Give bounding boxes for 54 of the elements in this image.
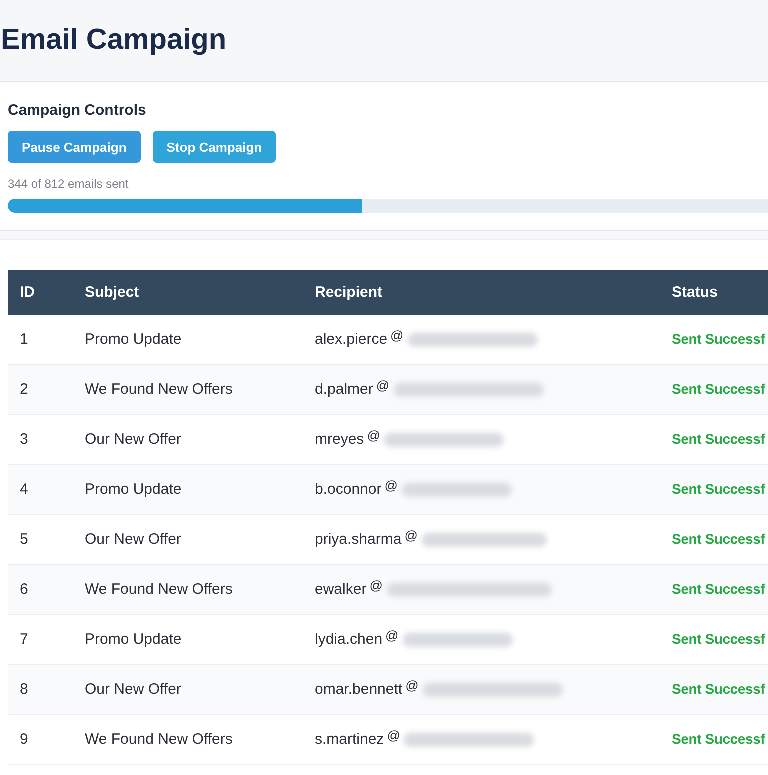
status-text: Sent Successf <box>672 481 766 497</box>
status-text: Sent Successf <box>672 581 766 597</box>
page-title: Email Campaign <box>1 24 227 57</box>
recipient-name: ewalker <box>315 581 367 598</box>
status-text: Sent Successf <box>672 431 766 447</box>
column-header: Recipient <box>303 270 664 315</box>
recipient-name: lydia.chen <box>315 631 383 648</box>
table-cell: Our New Offer <box>85 431 182 448</box>
at-sign: @ <box>386 628 399 643</box>
recipient-name: d.palmer <box>315 381 374 398</box>
recipient-name: omar.bennett <box>315 681 403 698</box>
table-cell: We Found New Offers <box>85 381 233 398</box>
status-text: Sent Successf <box>672 631 766 647</box>
section-heading: Campaign Controls <box>8 102 148 119</box>
recipient-name: mreyes <box>315 431 364 448</box>
table-cell: 2 <box>20 381 28 398</box>
at-sign: @ <box>376 378 390 393</box>
at-sign: @ <box>384 478 398 493</box>
table-cell: Our New Offer <box>85 681 182 698</box>
table-cell: Promo Update <box>85 481 182 498</box>
progress-text: 344 of 812 emails sent <box>8 177 130 191</box>
table-cell: Our New Offer <box>85 531 182 548</box>
table-cell: We Found New Offers <box>85 731 233 748</box>
status-text: Sent Successf <box>672 731 766 747</box>
table-cell: 8 <box>20 681 28 698</box>
table-cell: 1 <box>20 331 28 348</box>
recipient-name: s.martinez <box>315 731 384 748</box>
at-sign: @ <box>387 728 400 743</box>
at-sign: @ <box>406 678 419 693</box>
at-sign: @ <box>404 528 418 543</box>
table-cell: 3 <box>20 431 28 448</box>
column-header: Subject <box>73 270 303 315</box>
table-cell: 4 <box>20 481 28 498</box>
table-cell: 7 <box>20 631 28 648</box>
status-text: Sent Successf <box>672 681 766 697</box>
recipient-name: alex.pierce <box>315 331 388 348</box>
column-header: Status <box>664 270 768 315</box>
stop-button[interactable]: Stop Campaign <box>152 131 276 163</box>
pause-button[interactable]: Pause Campaign <box>8 131 141 163</box>
table-cell: 5 <box>20 531 28 548</box>
recipient-name: b.oconnor <box>315 481 382 498</box>
at-sign: @ <box>367 428 380 443</box>
status-text: Sent Successf <box>672 381 766 397</box>
status-text: Sent Successf <box>672 531 766 547</box>
status-text: Sent Successf <box>672 331 766 347</box>
at-sign: @ <box>390 328 404 343</box>
at-sign: @ <box>370 578 383 593</box>
table-cell: We Found New Offers <box>85 581 233 598</box>
table-cell: 9 <box>20 731 28 748</box>
recipient-name: priya.sharma <box>315 531 402 548</box>
column-header: ID <box>8 270 73 315</box>
table-cell: Promo Update <box>85 331 182 348</box>
table-cell: 6 <box>20 581 28 598</box>
table-cell: Promo Update <box>85 631 182 648</box>
